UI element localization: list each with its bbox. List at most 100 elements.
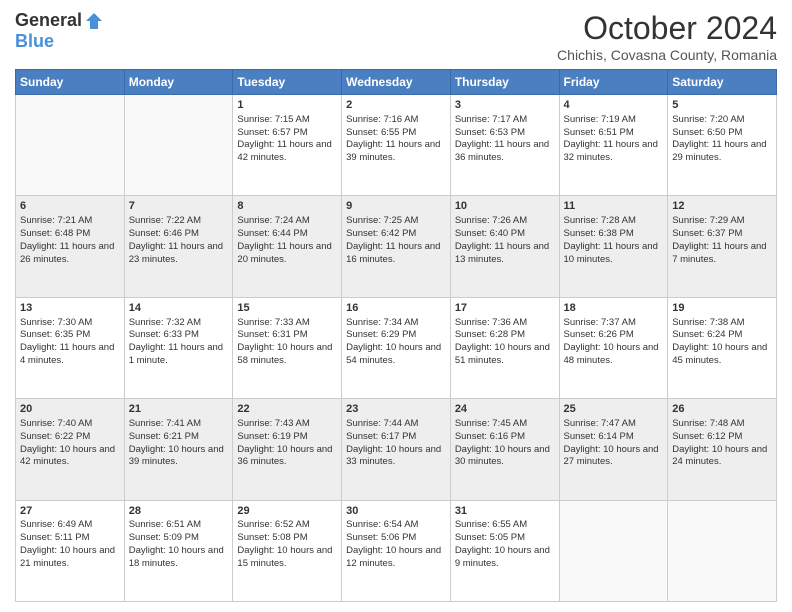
- sunset-text: Sunset: 6:24 PM: [672, 329, 742, 340]
- day-number: 4: [564, 98, 664, 113]
- calendar-day-cell: [668, 500, 777, 601]
- sunset-text: Sunset: 5:06 PM: [346, 532, 416, 543]
- sunset-text: Sunset: 6:48 PM: [20, 228, 90, 239]
- calendar-day-cell: 7Sunrise: 7:22 AMSunset: 6:46 PMDaylight…: [124, 196, 233, 297]
- day-number: 31: [455, 504, 555, 519]
- daylight-text: Daylight: 10 hours and 12 minutes.: [346, 545, 441, 569]
- day-number: 2: [346, 98, 446, 113]
- daylight-text: Daylight: 10 hours and 24 minutes.: [672, 444, 767, 468]
- day-number: 14: [129, 301, 229, 316]
- sunrise-text: Sunrise: 7:24 AM: [237, 215, 309, 226]
- sunset-text: Sunset: 6:35 PM: [20, 329, 90, 340]
- day-number: 25: [564, 402, 664, 417]
- sunset-text: Sunset: 6:26 PM: [564, 329, 634, 340]
- day-number: 27: [20, 504, 120, 519]
- calendar-day-cell: 31Sunrise: 6:55 AMSunset: 5:05 PMDayligh…: [450, 500, 559, 601]
- sunset-text: Sunset: 6:57 PM: [237, 127, 307, 138]
- sunrise-text: Sunrise: 7:30 AM: [20, 317, 92, 328]
- sunrise-text: Sunrise: 7:36 AM: [455, 317, 527, 328]
- calendar-day-cell: 4Sunrise: 7:19 AMSunset: 6:51 PMDaylight…: [559, 95, 668, 196]
- sunrise-text: Sunrise: 6:49 AM: [20, 519, 92, 530]
- calendar-day-cell: 25Sunrise: 7:47 AMSunset: 6:14 PMDayligh…: [559, 399, 668, 500]
- calendar-day-cell: 21Sunrise: 7:41 AMSunset: 6:21 PMDayligh…: [124, 399, 233, 500]
- daylight-text: Daylight: 10 hours and 42 minutes.: [20, 444, 115, 468]
- day-number: 9: [346, 199, 446, 214]
- sunset-text: Sunset: 6:28 PM: [455, 329, 525, 340]
- calendar-day-cell: 24Sunrise: 7:45 AMSunset: 6:16 PMDayligh…: [450, 399, 559, 500]
- daylight-text: Daylight: 11 hours and 23 minutes.: [129, 241, 223, 265]
- calendar-header-monday: Monday: [124, 70, 233, 95]
- sunset-text: Sunset: 5:08 PM: [237, 532, 307, 543]
- sunset-text: Sunset: 6:37 PM: [672, 228, 742, 239]
- daylight-text: Daylight: 10 hours and 21 minutes.: [20, 545, 115, 569]
- sunset-text: Sunset: 6:38 PM: [564, 228, 634, 239]
- calendar-week-row: 13Sunrise: 7:30 AMSunset: 6:35 PM Dayligh…: [16, 297, 777, 398]
- daylight-text: Daylight: 10 hours and 45 minutes.: [672, 342, 767, 366]
- calendar-day-cell: [16, 95, 125, 196]
- sunset-text: Sunset: 5:11 PM: [20, 532, 90, 543]
- day-number: 30: [346, 504, 446, 519]
- sunrise-text: Sunrise: 6:52 AM: [237, 519, 309, 530]
- logo-blue-text: Blue: [15, 31, 54, 52]
- sunrise-text: Sunrise: 7:32 AM: [129, 317, 201, 328]
- daylight-text: Daylight: 11 hours and 4 minutes.: [20, 342, 114, 366]
- daylight-text: Daylight: 10 hours and 54 minutes.: [346, 342, 441, 366]
- sunrise-text: Sunrise: 7:21 AM: [20, 215, 92, 226]
- calendar-week-row: 1Sunrise: 7:15 AMSunset: 6:57 PMDaylight…: [16, 95, 777, 196]
- day-number: 16: [346, 301, 446, 316]
- calendar-day-cell: 23Sunrise: 7:44 AMSunset: 6:17 PMDayligh…: [342, 399, 451, 500]
- page: General Blue October 2024 Chichis, Covas…: [0, 0, 792, 612]
- sunset-text: Sunset: 6:53 PM: [455, 127, 525, 138]
- sunrise-text: Sunrise: 7:38 AM: [672, 317, 744, 328]
- calendar-header-row: SundayMondayTuesdayWednesdayThursdayFrid…: [16, 70, 777, 95]
- sunrise-text: Sunrise: 6:51 AM: [129, 519, 201, 530]
- logo-icon: [84, 11, 104, 31]
- calendar-header-friday: Friday: [559, 70, 668, 95]
- sunset-text: Sunset: 6:44 PM: [237, 228, 307, 239]
- calendar-day-cell: 1Sunrise: 7:15 AMSunset: 6:57 PMDaylight…: [233, 95, 342, 196]
- daylight-text: Daylight: 10 hours and 51 minutes.: [455, 342, 550, 366]
- calendar-day-cell: 19Sunrise: 7:38 AMSunset: 6:24 PMDayligh…: [668, 297, 777, 398]
- calendar-day-cell: 17Sunrise: 7:36 AMSunset: 6:28 PMDayligh…: [450, 297, 559, 398]
- daylight-text: Daylight: 11 hours and 42 minutes.: [237, 139, 331, 163]
- calendar-header-tuesday: Tuesday: [233, 70, 342, 95]
- sunrise-text: Sunrise: 7:33 AM: [237, 317, 309, 328]
- day-number: 21: [129, 402, 229, 417]
- sunrise-text: Sunrise: 7:40 AM: [20, 418, 92, 429]
- calendar-day-cell: 18Sunrise: 7:37 AMSunset: 6:26 PMDayligh…: [559, 297, 668, 398]
- sunset-text: Sunset: 6:12 PM: [672, 431, 742, 442]
- daylight-text: Daylight: 11 hours and 13 minutes.: [455, 241, 549, 265]
- calendar-day-cell: 30Sunrise: 6:54 AMSunset: 5:06 PMDayligh…: [342, 500, 451, 601]
- sunset-text: Sunset: 5:05 PM: [455, 532, 525, 543]
- day-number: 8: [237, 199, 337, 214]
- daylight-text: Daylight: 10 hours and 18 minutes.: [129, 545, 224, 569]
- calendar-day-cell: 14Sunrise: 7:32 AMSunset: 6:33 PMDayligh…: [124, 297, 233, 398]
- calendar-day-cell: 8Sunrise: 7:24 AMSunset: 6:44 PMDaylight…: [233, 196, 342, 297]
- day-number: 12: [672, 199, 772, 214]
- sunset-text: Sunset: 6:22 PM: [20, 431, 90, 442]
- sunrise-text: Sunrise: 7:25 AM: [346, 215, 418, 226]
- daylight-text: Daylight: 10 hours and 48 minutes.: [564, 342, 659, 366]
- sunset-text: Sunset: 6:33 PM: [129, 329, 199, 340]
- daylight-text: Daylight: 11 hours and 16 minutes.: [346, 241, 440, 265]
- sunrise-text: Sunrise: 7:44 AM: [346, 418, 418, 429]
- calendar-day-cell: 28Sunrise: 6:51 AMSunset: 5:09 PMDayligh…: [124, 500, 233, 601]
- day-number: 10: [455, 199, 555, 214]
- calendar-week-row: 6Sunrise: 7:21 AMSunset: 6:48 PMDaylight…: [16, 196, 777, 297]
- day-number: 13: [20, 301, 120, 316]
- calendar-header-saturday: Saturday: [668, 70, 777, 95]
- logo-general-text: General: [15, 10, 82, 31]
- calendar-day-cell: 13Sunrise: 7:30 AMSunset: 6:35 PM Dayligh…: [16, 297, 125, 398]
- month-title: October 2024: [557, 10, 777, 47]
- sunset-text: Sunset: 6:21 PM: [129, 431, 199, 442]
- day-number: 26: [672, 402, 772, 417]
- calendar-day-cell: 12Sunrise: 7:29 AMSunset: 6:37 PMDayligh…: [668, 196, 777, 297]
- day-number: 3: [455, 98, 555, 113]
- sunrise-text: Sunrise: 7:29 AM: [672, 215, 744, 226]
- sunset-text: Sunset: 6:51 PM: [564, 127, 634, 138]
- sunrise-text: Sunrise: 7:45 AM: [455, 418, 527, 429]
- daylight-text: Daylight: 10 hours and 36 minutes.: [237, 444, 332, 468]
- day-number: 22: [237, 402, 337, 417]
- sunrise-text: Sunrise: 7:15 AM: [237, 114, 309, 125]
- calendar-day-cell: [559, 500, 668, 601]
